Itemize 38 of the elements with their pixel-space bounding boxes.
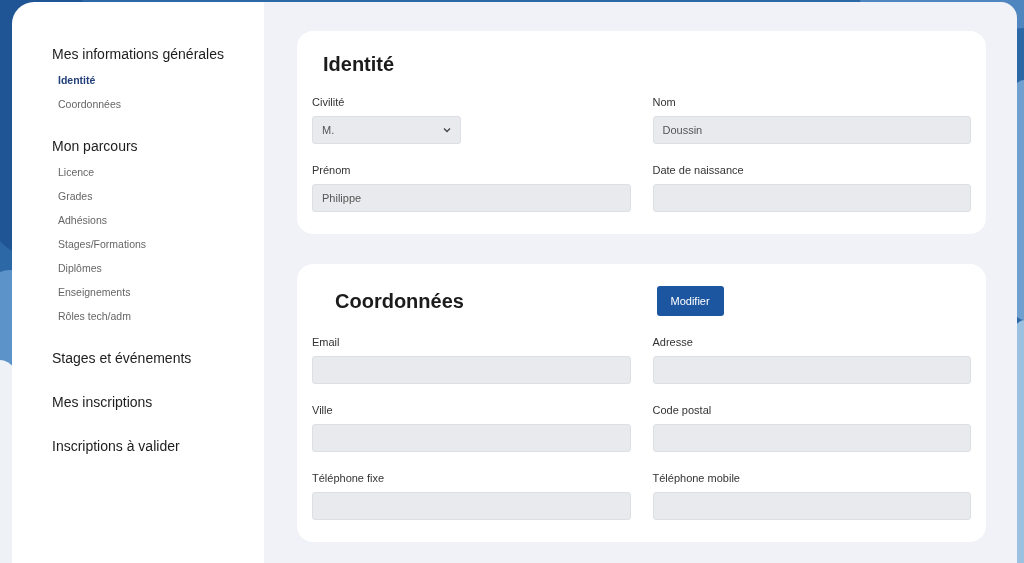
sidebar-item[interactable]: Coordonnées: [58, 98, 264, 110]
input-field[interactable]: Philippe: [312, 184, 631, 212]
sidebar-item[interactable]: Licence: [58, 166, 264, 178]
sidebar-item[interactable]: Enseignements: [58, 286, 264, 298]
sidebar-item[interactable]: Rôles tech/adm: [58, 310, 264, 322]
sidebar-item[interactable]: Grades: [58, 190, 264, 202]
edit-button[interactable]: Modifier: [656, 286, 724, 316]
field-label: Civilité: [312, 96, 346, 108]
field-label: Nom: [652, 96, 677, 108]
chevron-down-icon: [443, 127, 451, 133]
field-label: Téléphone mobile: [652, 472, 741, 484]
sidebar-item[interactable]: Identité: [58, 74, 264, 86]
field-label: Code postal: [652, 404, 713, 416]
input-field[interactable]: Doussin: [652, 116, 971, 144]
sidebar-heading[interactable]: Inscriptions à valider: [52, 438, 264, 454]
input-field[interactable]: [652, 424, 971, 452]
select-field[interactable]: M.: [312, 116, 461, 144]
field-label: Date de naissance: [652, 164, 745, 176]
input-field[interactable]: [312, 356, 631, 384]
input-field[interactable]: [652, 184, 971, 212]
input-field[interactable]: [312, 492, 631, 520]
sidebar-item[interactable]: Adhésions: [58, 214, 264, 226]
sidebar-heading[interactable]: Mes informations générales: [52, 46, 264, 62]
sidebar-item[interactable]: Diplômes: [58, 262, 264, 274]
sidebar-heading[interactable]: Mes inscriptions: [52, 394, 264, 410]
field-label: Téléphone fixe: [312, 472, 386, 484]
field-label: Email: [312, 336, 341, 348]
card-title: Identité: [322, 53, 396, 76]
sidebar-item[interactable]: Stages/Formations: [58, 238, 264, 250]
card-title: Coordonnées: [334, 289, 465, 313]
sidebar-heading[interactable]: Stages et événements: [52, 350, 264, 366]
input-field[interactable]: [312, 424, 631, 452]
field-label: Ville: [312, 404, 334, 416]
input-field[interactable]: [652, 356, 971, 384]
input-field[interactable]: [652, 492, 971, 520]
field-label: Adresse: [652, 336, 694, 348]
field-label: Prénom: [312, 164, 352, 176]
sidebar-heading[interactable]: Mon parcours: [52, 138, 264, 154]
